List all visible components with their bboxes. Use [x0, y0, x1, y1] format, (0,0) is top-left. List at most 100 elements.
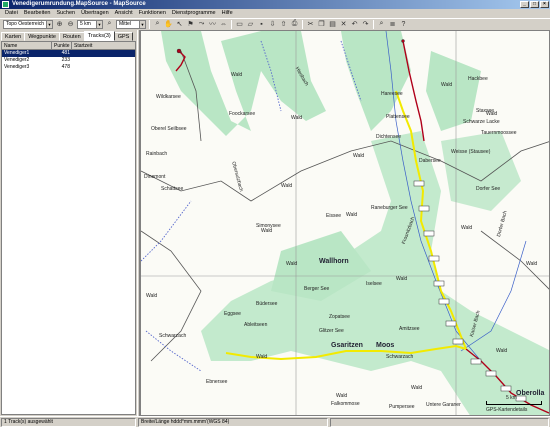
- data-pane: Karten Wegpunkte Routen Tracks(3) GPS Na…: [0, 30, 137, 416]
- table-row[interactable]: Venediger1 481: [2, 50, 135, 57]
- cut-icon[interactable]: ✂: [306, 20, 315, 29]
- receive-from-device-icon[interactable]: ⇩: [268, 20, 277, 29]
- map-label-moos: Moos: [376, 342, 395, 349]
- mapsource-window: Venedigerumrundung.MapSource - MapSource…: [0, 0, 550, 427]
- menu-suchen[interactable]: Suchen: [53, 9, 78, 18]
- waypoint-tool-icon[interactable]: ⚑: [186, 20, 195, 29]
- menu-bar: Datei Bearbeiten Suchen Übertragen Ansic…: [0, 9, 550, 18]
- minimize-button[interactable]: _: [520, 1, 529, 8]
- menu-dienstprogramme[interactable]: Dienstprogramme: [169, 9, 219, 18]
- track-tool-icon[interactable]: 〰: [208, 20, 217, 29]
- map-label-dorfer-see: Dorfer See: [476, 186, 501, 192]
- tab-karten[interactable]: Karten: [1, 32, 26, 41]
- properties-icon[interactable]: ≣: [388, 20, 397, 29]
- toolbar-separator: [231, 19, 232, 29]
- map-label-wallhorn: Wallhorn: [319, 258, 349, 265]
- map-label-wald: Wald: [291, 115, 303, 121]
- gps-detail-label: GPS-Kartendetails: [486, 407, 528, 413]
- map-label-staxsee: Staxsee: [476, 108, 495, 114]
- toolbar-separator: [149, 19, 150, 29]
- detail-level-select[interactable]: Mittel ▼: [116, 19, 146, 29]
- maximize-button[interactable]: □: [530, 1, 539, 8]
- column-header-starttime[interactable]: Startzeit: [72, 42, 135, 49]
- toolbar-separator: [302, 19, 303, 29]
- zoom-scale-select[interactable]: 5 km ▼: [77, 19, 103, 29]
- map-label-ebnersee: Ebnersee: [206, 379, 228, 385]
- copy-icon[interactable]: ❐: [317, 20, 326, 29]
- map-label-wald: Wald: [256, 354, 268, 360]
- close-button[interactable]: ×: [540, 1, 549, 8]
- hand-tool-icon[interactable]: ✋: [164, 20, 173, 29]
- map-label-dichtensee: Dichtensee: [376, 134, 402, 140]
- route-tool-icon[interactable]: ⤳: [197, 20, 206, 29]
- tab-tracks[interactable]: Tracks(3): [83, 31, 115, 41]
- map-label-gsaritzen: Gsaritzen: [331, 342, 363, 349]
- zoom-tool-icon[interactable]: ⌕: [105, 20, 114, 29]
- track-list-header: Name Punkte Startzeit: [2, 42, 135, 50]
- distance-tool-icon[interactable]: ⇔: [219, 20, 228, 29]
- chevron-down-icon: ▼: [96, 20, 102, 28]
- table-row[interactable]: Venediger3 478: [2, 64, 135, 71]
- new-file-icon[interactable]: ▭: [235, 20, 244, 29]
- table-row[interactable]: Venediger2 233: [2, 57, 135, 64]
- map-label-haresee: Hareesee: [381, 91, 403, 97]
- map-label-dabersee: Dabersee: [419, 158, 441, 164]
- map-label-amitzsee: Amitzsee: [399, 326, 420, 332]
- delete-icon[interactable]: ✕: [339, 20, 348, 29]
- map-label-berger-see: Berger See: [304, 286, 330, 292]
- save-file-icon[interactable]: ▪: [257, 20, 266, 29]
- zoom-tool-button-icon[interactable]: ⌕: [153, 20, 162, 29]
- map-label-wald: Wald: [461, 225, 473, 231]
- map-label-eissee: Eissee: [326, 213, 342, 219]
- paste-icon[interactable]: ▤: [328, 20, 337, 29]
- track-points: 478: [61, 64, 70, 70]
- column-header-name[interactable]: Name: [2, 42, 52, 49]
- menu-uebertragen[interactable]: Übertragen: [78, 9, 112, 18]
- map-label-wald: Wald: [231, 72, 243, 78]
- map-label-tauernmoossee: Tauernmoossee: [481, 130, 517, 136]
- map-label-oberer-sattelsee: Oberel Seilbsee: [151, 126, 187, 132]
- status-bar: 1 Track(s) ausgewählt Breite/Länge hddd°…: [0, 416, 550, 427]
- title-bar: Venedigerumrundung.MapSource - MapSource…: [0, 0, 550, 9]
- print-icon[interactable]: ⎙: [290, 20, 299, 29]
- redo-icon[interactable]: ↷: [361, 20, 370, 29]
- menu-funktionen[interactable]: Funktionen: [136, 9, 169, 18]
- menu-bearbeiten[interactable]: Bearbeiten: [21, 9, 54, 18]
- forest-areas: [161, 31, 549, 415]
- send-to-device-icon[interactable]: ⇧: [279, 20, 288, 29]
- map-label-falkommose: Falkommose: [331, 401, 360, 407]
- map-product-select[interactable]: Topo Oesterreich ▼: [3, 19, 53, 29]
- map-label-wald: Wald: [146, 293, 158, 299]
- map-label-wald: Wald: [353, 153, 365, 159]
- map-label-eggsee: Eggsee: [224, 311, 241, 317]
- menu-hilfe[interactable]: Hilfe: [219, 9, 236, 18]
- undo-icon[interactable]: ↶: [350, 20, 359, 29]
- selection-tool-icon[interactable]: ↖: [175, 20, 184, 29]
- map-label-schwarzach: Schwarzach: [386, 354, 414, 360]
- map-view[interactable]: Wallhorn Gsaritzen Moos Oberolla Wald Wa…: [140, 30, 550, 416]
- status-coordinate-format: Breite/Länge hddd°mm.mmm'(WGS 84): [138, 417, 328, 427]
- zoom-out-icon[interactable]: ⊖: [66, 20, 75, 29]
- find-icon[interactable]: ⌕: [377, 20, 386, 29]
- help-icon[interactable]: ?: [399, 20, 408, 29]
- track-points: 233: [61, 57, 70, 63]
- menu-ansicht[interactable]: Ansicht: [112, 9, 136, 18]
- tab-routen[interactable]: Routen: [58, 32, 85, 41]
- map-label-plattensee: Plattensee: [386, 114, 410, 120]
- map-label-glitzer-see: Glitzer See: [319, 328, 344, 334]
- menu-datei[interactable]: Datei: [2, 9, 21, 18]
- map-label-wald: Wald: [411, 385, 423, 391]
- track-name: Venediger3: [4, 64, 30, 70]
- tab-wegpunkte[interactable]: Wegpunkte: [24, 32, 60, 41]
- track-name: Venediger2: [4, 57, 30, 63]
- open-file-icon[interactable]: ▱: [246, 20, 255, 29]
- toolbar: Topo Oesterreich ▼ ⊕ ⊖ 5 km ▼ ⌕ Mittel ▼…: [0, 18, 550, 29]
- map-label-schattsee: Schattsee: [161, 186, 184, 192]
- map-label-schwarze-lacke: Schwarze Lacke: [463, 119, 500, 125]
- column-header-points[interactable]: Punkte: [52, 42, 72, 49]
- zoom-in-icon[interactable]: ⊕: [55, 20, 64, 29]
- map-label-schwarzach: Schwarzach: [159, 333, 187, 339]
- map-label-weissee: Weisse (Stausee): [451, 149, 491, 155]
- tab-gps[interactable]: GPS: [113, 32, 134, 41]
- scale-label: 5 km: [506, 395, 517, 401]
